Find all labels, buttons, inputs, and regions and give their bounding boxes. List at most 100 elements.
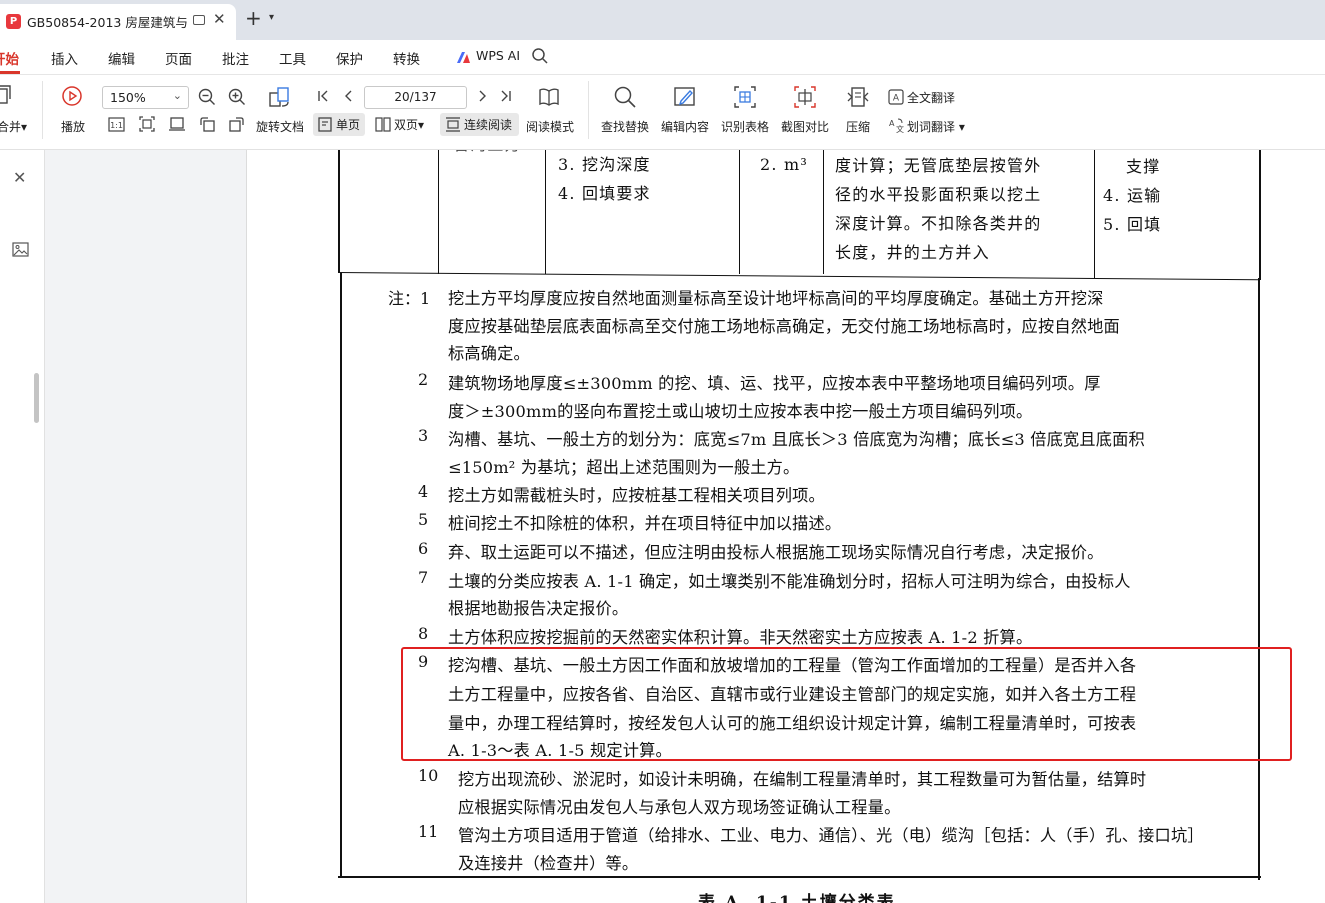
zoom-in-icon[interactable] xyxy=(228,88,246,106)
note-line: 土壤的分类应按表 A. 1-1 确定，如土壤类别不能准确划分时，招标人可注明为综… xyxy=(448,572,1131,591)
pdf-logo-icon: P xyxy=(6,14,21,29)
menu-insert[interactable]: 插入 xyxy=(51,48,78,68)
page-number-input[interactable]: 20/137 xyxy=(364,86,467,109)
menu-wps-ai[interactable]: WPS AI xyxy=(476,48,520,63)
unit-cell: 2. m³ xyxy=(760,155,808,174)
continuous-reading-button[interactable]: 连续阅读 xyxy=(440,113,519,136)
edit-content-icon[interactable] xyxy=(673,85,697,109)
find-replace-label[interactable]: 查找替换 xyxy=(601,118,649,135)
translate-icon[interactable]: A xyxy=(888,89,904,105)
document-tab[interactable]: P GB50854-2013 房屋建筑与装 ✕ xyxy=(0,4,236,40)
zoom-select[interactable]: 150% ⌄ xyxy=(102,86,189,109)
table-border-left xyxy=(338,150,340,272)
feature-line: 4. 回填要求 xyxy=(558,184,651,203)
rotate-left-icon[interactable] xyxy=(199,116,216,133)
note-line: 及连接井（检查井）等。 xyxy=(458,854,639,873)
table-border-right xyxy=(1259,150,1261,280)
menu-bar: 开始 插入 编辑 页面 批注 工具 保护 转换 WPS AI xyxy=(0,40,1325,75)
notes-border-right xyxy=(1258,278,1260,880)
reading-mode-label[interactable]: 阅读模式 xyxy=(526,118,574,135)
rotate-right-icon[interactable] xyxy=(228,116,245,133)
first-page-icon[interactable] xyxy=(316,89,330,103)
note-line: 度＞±300mm的竖向布置挖土或山坡切土应按本表中挖一般土方项目编码列项。 xyxy=(448,402,1033,421)
highlight-annotation[interactable] xyxy=(401,647,1292,761)
item-name: 管沟土方 xyxy=(453,150,522,159)
last-page-icon[interactable] xyxy=(499,89,513,103)
find-replace-icon[interactable] xyxy=(613,85,637,109)
panel-scrollbar[interactable] xyxy=(34,373,39,423)
note-number: 5 xyxy=(418,510,429,529)
recognize-table-label[interactable]: 识别表格 xyxy=(721,118,769,135)
table-col-line xyxy=(438,150,440,274)
word-translate-icon[interactable]: A 文 xyxy=(888,117,904,133)
recognize-table-icon[interactable] xyxy=(733,85,757,109)
menu-protect[interactable]: 保护 xyxy=(336,48,363,68)
note-number: 3 xyxy=(418,426,429,445)
edit-content-label[interactable]: 编辑内容 xyxy=(661,118,709,135)
note-number: 10 xyxy=(418,766,439,785)
note-line: 标高确定。 xyxy=(448,344,530,363)
note-line: 弃、取土运距可以不描述，但应注明由投标人根据施工现场实际情况自行考虑，决定报价。 xyxy=(448,543,1104,562)
menu-convert[interactable]: 转换 xyxy=(393,48,420,68)
screenshot-compare-label[interactable]: 截图对比 xyxy=(781,118,829,135)
note-line: 管沟土方项目适用于管道（给排水、工业、电力、通信）、光（电）缆沟［包括：人（手）… xyxy=(458,826,1204,845)
wps-ai-logo-icon[interactable] xyxy=(456,50,471,65)
menu-tools[interactable]: 工具 xyxy=(279,48,306,68)
play-icon[interactable] xyxy=(61,85,83,107)
word-translate-label[interactable]: 划词翻译 ▾ xyxy=(907,118,965,135)
single-page-icon xyxy=(318,117,332,132)
menu-home[interactable]: 开始 xyxy=(0,48,19,68)
menu-edit[interactable]: 编辑 xyxy=(108,48,135,68)
single-page-button[interactable]: 单页 xyxy=(313,113,365,136)
merge-label[interactable]: 合并▾ xyxy=(0,118,27,135)
menu-active-indicator xyxy=(0,71,20,74)
zoom-out-icon[interactable] xyxy=(198,88,216,106)
close-icon[interactable]: ✕ xyxy=(213,10,226,28)
continuous-reading-label: 连续阅读 xyxy=(464,118,513,132)
rotate-document-label[interactable]: 旋转文档 xyxy=(256,118,304,135)
new-tab-icon[interactable]: + xyxy=(245,6,262,30)
reading-mode-icon[interactable] xyxy=(538,86,560,108)
search-icon[interactable] xyxy=(531,47,549,65)
note-line: 根据地勘报告决定报价。 xyxy=(448,599,629,618)
chevron-down-icon: ⌄ xyxy=(172,89,182,102)
rule-line: 深度计算。不扣除各类井的 xyxy=(835,214,1042,233)
note-line: 土方体积应按挖掘前的天然密实体积计算。非天然密实土方应按表 A. 1-2 折算。 xyxy=(448,628,1033,647)
document-viewport[interactable]: 010101007 管沟土方 3. 挖沟深度 4. 回填要求 2. m³ 度计算… xyxy=(248,150,1325,903)
work-line: 支撑 xyxy=(1126,157,1161,176)
side-panel xyxy=(45,150,247,903)
item-code: 010101007 xyxy=(343,150,445,159)
fit-page-icon[interactable] xyxy=(139,116,155,132)
double-page-button[interactable]: 双页▾ xyxy=(371,113,433,136)
play-label[interactable]: 播放 xyxy=(61,118,85,135)
merge-icon[interactable] xyxy=(0,85,12,107)
compress-icon[interactable] xyxy=(846,85,870,109)
note-number: 2 xyxy=(418,370,429,389)
next-page-icon[interactable] xyxy=(475,89,489,103)
full-translate-label[interactable]: 全文翻译 xyxy=(907,89,955,106)
svg-text:A: A xyxy=(893,94,900,104)
screen-icon[interactable] xyxy=(193,15,205,25)
notes-label: 注：1 xyxy=(388,289,431,308)
note-number: 4 xyxy=(418,482,429,501)
menu-page[interactable]: 页面 xyxy=(165,48,192,68)
close-panel-icon[interactable]: ✕ xyxy=(13,168,26,187)
compress-label[interactable]: 压缩 xyxy=(846,118,870,135)
rule-line: 径的水平投影面积乘以挖土 xyxy=(835,185,1042,204)
screenshot-compare-icon[interactable] xyxy=(793,85,817,109)
previous-page-icon[interactable] xyxy=(342,89,356,103)
note-line: 挖方出现流砂、淤泥时，如设计未明确，在编制工程量清单时，其工程数量可为暂估量，结… xyxy=(458,770,1147,789)
svg-text:A: A xyxy=(889,119,895,128)
note-line: 度应按基础垫层底表面标高至交付施工场地标高确定，无交付施工场地标高时，应按自然地… xyxy=(448,317,1120,336)
rotate-document-icon[interactable] xyxy=(268,86,290,108)
image-icon[interactable] xyxy=(12,242,29,257)
actual-size-icon[interactable]: 1:1 xyxy=(108,117,125,132)
fit-width-icon[interactable] xyxy=(169,116,185,132)
menu-annotate[interactable]: 批注 xyxy=(222,48,249,68)
table-col-line xyxy=(739,150,741,274)
left-rail: ✕ xyxy=(0,150,45,903)
note-line: ≤150m² 为基坑；超出上述范围则为一般土方。 xyxy=(448,458,800,477)
notes-border-left xyxy=(340,273,342,878)
chevron-down-icon[interactable]: ▾ xyxy=(269,12,274,23)
work-line: 5. 回填 xyxy=(1103,215,1162,234)
